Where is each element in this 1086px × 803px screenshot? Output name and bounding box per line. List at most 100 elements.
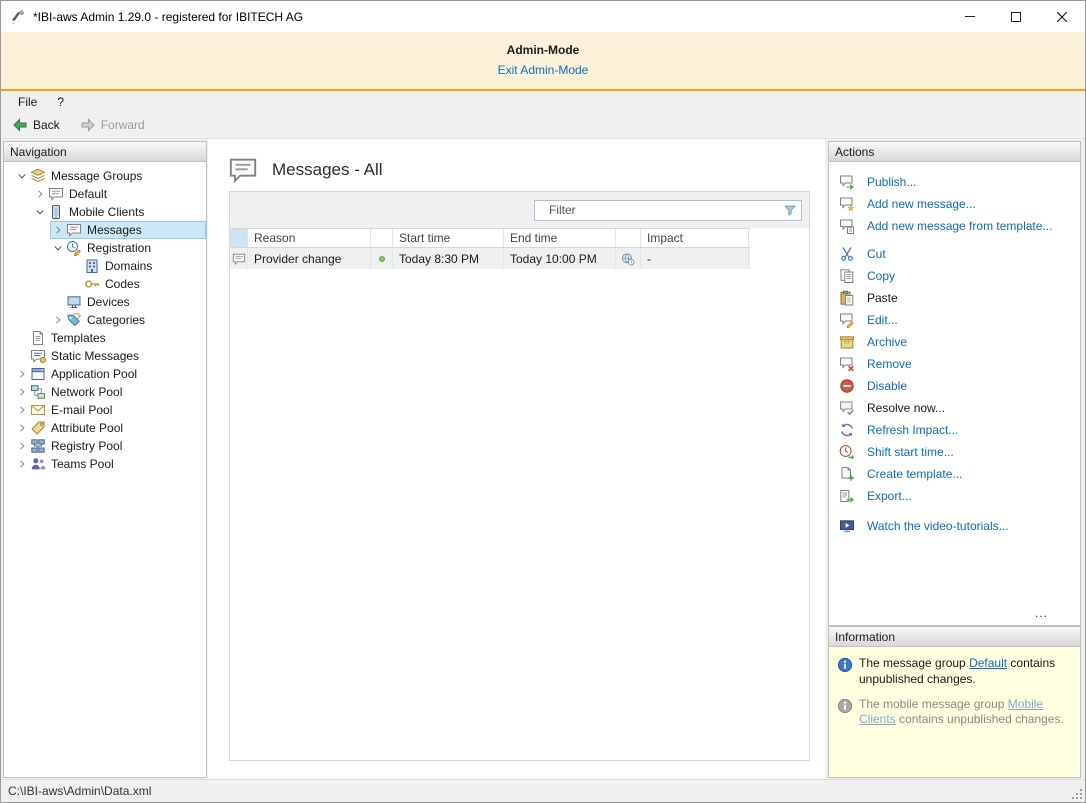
tree-item-domains[interactable]: Domains: [4, 257, 206, 275]
tree-item-label: Mobile Clients: [69, 205, 145, 219]
column-header-status[interactable]: [371, 229, 393, 247]
chevron-right-icon[interactable]: [14, 366, 30, 382]
chevron-right-icon[interactable]: [14, 438, 30, 454]
tree-item-label: Templates: [51, 331, 106, 345]
action-refresh-impact[interactable]: Refresh Impact...: [839, 419, 1080, 441]
tree-item-label: Application Pool: [51, 367, 138, 381]
actions-panel: Actions Publish... Add new message... Ad…: [828, 141, 1081, 626]
tree-item-registration[interactable]: Registration: [4, 239, 206, 257]
window-controls: [947, 1, 1085, 32]
tree-item-label: Network Pool: [51, 385, 123, 399]
information-body: The message group Default contains unpub…: [829, 647, 1080, 777]
column-header-impact-icon[interactable]: [616, 229, 641, 247]
tree-item-teams-pool[interactable]: Teams Pool: [4, 455, 206, 473]
column-header-select[interactable]: [230, 229, 248, 247]
tree-item-network-pool[interactable]: Network Pool: [4, 383, 206, 401]
filter-band: [230, 192, 809, 228]
info-link-default[interactable]: Default: [969, 656, 1007, 670]
column-header-start-time[interactable]: Start time: [393, 229, 504, 247]
info-icon: [837, 657, 853, 673]
minimize-button[interactable]: [947, 1, 993, 32]
cell-reason: Provider change: [248, 248, 371, 269]
tree-item-messages[interactable]: Messages: [4, 221, 206, 239]
publish-icon: [839, 174, 855, 190]
tree-item-categories[interactable]: Categories: [4, 311, 206, 329]
actions-header: Actions: [829, 142, 1080, 162]
close-button[interactable]: [1039, 1, 1085, 32]
registration-icon: [66, 240, 82, 256]
action-shift-start-time[interactable]: Shift start time...: [839, 441, 1080, 463]
chevron-right-icon[interactable]: [14, 402, 30, 418]
maximize-icon: [1011, 11, 1021, 22]
status-file-path: C:\IBI-aws\Admin\Data.xml: [8, 784, 152, 798]
tree-item-codes[interactable]: Codes: [4, 275, 206, 293]
tree-item-devices[interactable]: Devices: [4, 293, 206, 311]
menu-file[interactable]: File: [8, 93, 47, 111]
chevron-right-icon[interactable]: [50, 312, 66, 328]
chevron-right-icon[interactable]: [14, 420, 30, 436]
column-header-impact[interactable]: Impact: [641, 229, 749, 247]
column-header-end-time[interactable]: End time: [504, 229, 616, 247]
exit-admin-mode-link[interactable]: Exit Admin-Mode: [498, 63, 589, 77]
remove-icon: [839, 356, 855, 372]
tree-item-registry-pool[interactable]: Registry Pool: [4, 437, 206, 455]
maximize-button[interactable]: [993, 1, 1039, 32]
tree-item-label: Message Groups: [51, 169, 143, 183]
action-disable[interactable]: Disable: [839, 375, 1080, 397]
tree-item-templates[interactable]: Templates: [4, 329, 206, 347]
resize-grip[interactable]: [1071, 788, 1084, 801]
filter-icon[interactable]: [783, 203, 797, 217]
action-archive[interactable]: Archive: [839, 331, 1080, 353]
add-message-icon: [839, 196, 855, 212]
tree-item-mobile-clients[interactable]: Mobile Clients: [4, 203, 206, 221]
tree-item-label: Attribute Pool: [51, 421, 124, 435]
forward-button[interactable]: Forward: [75, 114, 154, 136]
tree-item-attribute-pool[interactable]: Attribute Pool: [4, 419, 206, 437]
tree-item-label: Devices: [87, 295, 130, 309]
action-edit[interactable]: Edit...: [839, 309, 1080, 331]
column-header-reason[interactable]: Reason: [248, 229, 371, 247]
forward-label: Forward: [100, 118, 145, 132]
action-export[interactable]: Export...: [839, 485, 1080, 507]
action-create-template[interactable]: Create template...: [839, 463, 1080, 485]
chevron-right-icon[interactable]: [32, 186, 48, 202]
action-paste[interactable]: Paste: [839, 287, 1080, 309]
chevron-right-icon[interactable]: [50, 222, 66, 238]
tree-item-static-messages[interactable]: Static Messages: [4, 347, 206, 365]
action-add-new-message[interactable]: Add new message...: [839, 193, 1080, 215]
templates-icon: [30, 330, 46, 346]
chevron-down-icon[interactable]: [32, 204, 48, 220]
action-resolve-now[interactable]: Resolve now...: [839, 397, 1080, 419]
action-cut[interactable]: Cut: [839, 243, 1080, 265]
impact-icon: [621, 252, 635, 266]
clipboard-icon: [839, 290, 855, 306]
navigation-panel: Navigation Message Groups Default Mobile…: [3, 141, 207, 778]
chevron-down-icon[interactable]: [50, 240, 66, 256]
chevron-right-icon[interactable]: [14, 384, 30, 400]
action-watch-video-tutorials[interactable]: Watch the video-tutorials...: [839, 515, 1080, 537]
action-publish[interactable]: Publish...: [839, 171, 1080, 193]
teams-pool-icon: [30, 456, 46, 472]
tree-item-default[interactable]: Default: [4, 185, 206, 203]
resolve-icon: [839, 400, 855, 416]
tree-item-label: Registration: [87, 241, 152, 255]
devices-icon: [66, 294, 82, 310]
tree-item-label: Messages: [87, 223, 142, 237]
filter-input[interactable]: [534, 199, 802, 221]
back-button[interactable]: Back: [7, 114, 69, 136]
network-pool-icon: [30, 384, 46, 400]
action-copy[interactable]: Copy: [839, 265, 1080, 287]
action-remove[interactable]: Remove: [839, 353, 1080, 375]
menu-help[interactable]: ?: [47, 93, 74, 111]
chevron-down-icon[interactable]: [14, 168, 30, 184]
actions-overflow-button[interactable]: ...: [1035, 606, 1048, 620]
messages-table: Reason Start time End time Impact Provid…: [230, 228, 750, 269]
tree-item-email-pool[interactable]: E-mail Pool: [4, 401, 206, 419]
action-add-new-message-from-template[interactable]: Add new message from template...: [839, 215, 1080, 237]
video-icon: [839, 518, 855, 534]
tree-item-message-groups[interactable]: Message Groups: [4, 167, 206, 185]
tree-item-application-pool[interactable]: Application Pool: [4, 365, 206, 383]
chevron-right-icon[interactable]: [14, 456, 30, 472]
table-row[interactable]: Provider change Today 8:30 PM Today 10:0…: [230, 248, 750, 269]
archive-icon: [839, 334, 855, 350]
